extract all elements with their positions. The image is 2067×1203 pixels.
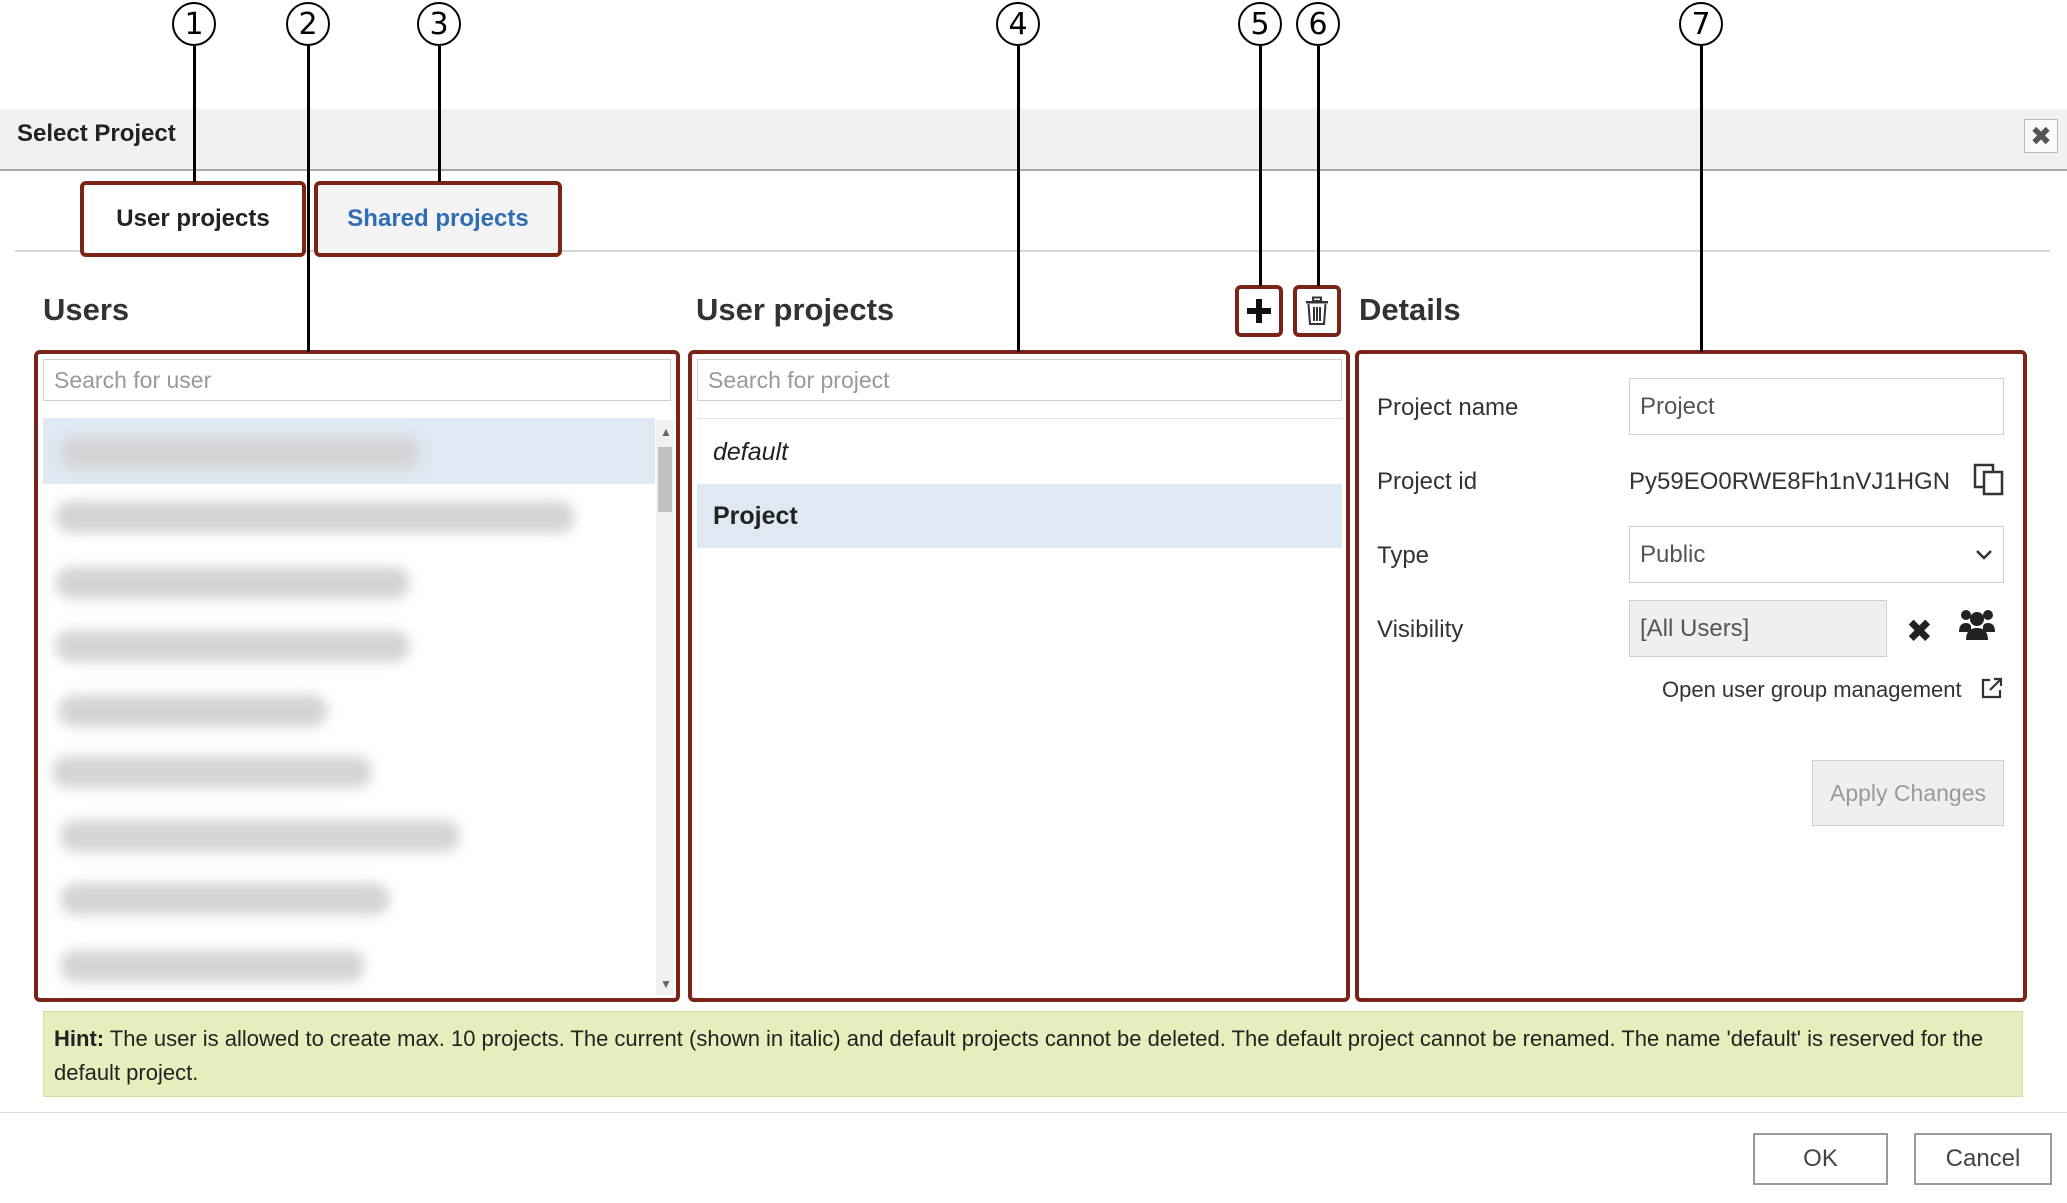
- hint-text: The user is allowed to create max. 10 pr…: [54, 1026, 1984, 1085]
- project-name-input[interactable]: Project: [1629, 378, 2004, 435]
- copy-icon: [1973, 463, 2004, 496]
- dialog-titlebar: [0, 109, 2067, 171]
- add-project-button[interactable]: [1235, 285, 1283, 337]
- projects-title: User projects: [696, 292, 895, 327]
- group-management-link[interactable]: Open user group management: [1662, 677, 1962, 703]
- hint-box: Hint: The user is allowed to create max.…: [43, 1011, 2023, 1097]
- callout-4-line: [1017, 46, 1020, 352]
- close-icon: ✖: [2030, 120, 2052, 151]
- project-item-project[interactable]: Project: [697, 484, 1342, 548]
- project-id-label: Project id: [1377, 468, 1478, 495]
- close-icon: ✖: [1906, 613, 1933, 649]
- visibility-field[interactable]: [All Users]: [1629, 600, 1887, 657]
- project-item-default[interactable]: default: [697, 420, 1342, 484]
- details-panel: [1355, 350, 2027, 1002]
- details-title: Details: [1359, 292, 1461, 327]
- user-list-item[interactable]: [55, 567, 410, 599]
- footer-divider: [0, 1112, 2067, 1113]
- callout-1: 1: [172, 2, 216, 46]
- callout-2: 2: [286, 2, 330, 46]
- dialog-title: Select Project: [17, 120, 176, 147]
- project-name-label: Project name: [1377, 394, 1519, 421]
- user-list-item[interactable]: [60, 950, 365, 982]
- callout-3: 3: [417, 2, 461, 46]
- select-groups-button[interactable]: [1958, 606, 1996, 647]
- callout-5-line: [1259, 46, 1262, 286]
- scroll-down-icon[interactable]: ▼: [660, 977, 672, 991]
- user-list-item[interactable]: [55, 501, 575, 533]
- delete-project-button[interactable]: [1293, 285, 1341, 337]
- callout-6: 6: [1296, 2, 1340, 46]
- plus-icon: [1247, 299, 1271, 323]
- user-list-scroll-thumb[interactable]: [658, 447, 672, 512]
- external-link-icon[interactable]: [1980, 676, 2004, 705]
- cancel-button[interactable]: Cancel: [1914, 1133, 2052, 1185]
- hint-label: Hint:: [54, 1026, 105, 1051]
- callout-6-line: [1317, 46, 1320, 286]
- user-list-item[interactable]: [60, 437, 420, 469]
- callout-7: 7: [1679, 2, 1723, 46]
- user-list-item[interactable]: [52, 756, 372, 788]
- ok-button[interactable]: OK: [1753, 1133, 1888, 1185]
- trash-icon: [1306, 296, 1328, 325]
- visibility-label: Visibility: [1377, 616, 1464, 643]
- users-title: Users: [43, 292, 130, 327]
- project-id-value: Py59EO0RWE8Fh1nVJ1HGN: [1629, 468, 1951, 495]
- tab-shared-projects[interactable]: Shared projects: [314, 181, 562, 257]
- user-list-item[interactable]: [58, 695, 328, 727]
- user-list-item[interactable]: [60, 820, 460, 852]
- scroll-up-icon[interactable]: ▲: [660, 425, 672, 439]
- callout-4: 4: [996, 2, 1040, 46]
- type-select[interactable]: Public: [1629, 526, 2004, 583]
- type-select-value: Public: [1640, 540, 1706, 568]
- user-list-item[interactable]: [60, 883, 390, 915]
- clear-visibility-button[interactable]: ✖: [1906, 612, 1933, 650]
- callout-1-line: [193, 46, 196, 182]
- copy-id-button[interactable]: [1972, 462, 2006, 501]
- callout-2-line: [307, 46, 310, 352]
- users-icon: [1959, 610, 1995, 640]
- apply-changes-button[interactable]: Apply Changes: [1812, 760, 2004, 826]
- close-button[interactable]: ✖: [2024, 119, 2058, 153]
- callout-5: 5: [1238, 2, 1282, 46]
- project-list-divider: [697, 418, 1342, 419]
- callout-7-line: [1700, 46, 1703, 352]
- tab-user-projects[interactable]: User projects: [80, 181, 306, 257]
- user-search-input[interactable]: Search for user: [43, 359, 671, 401]
- callout-3-line: [438, 46, 441, 182]
- user-list-item[interactable]: [55, 630, 410, 662]
- project-search-input[interactable]: Search for project: [697, 359, 1342, 401]
- type-label: Type: [1377, 542, 1430, 569]
- chevron-down-icon: [1976, 549, 1992, 560]
